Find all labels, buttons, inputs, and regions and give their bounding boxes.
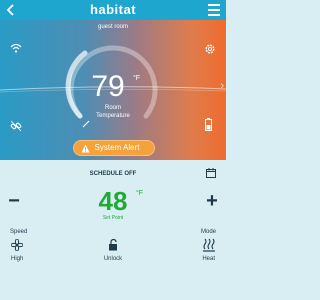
- room-temperature-panel: guest room 79 °F Room Temperature › Syst…: [0, 20, 226, 160]
- fan-icon[interactable]: [11, 239, 23, 251]
- heat-icon[interactable]: [203, 238, 215, 252]
- arrow-right-icon[interactable]: ›: [220, 80, 224, 92]
- lock-status: Unlock: [103, 256, 123, 262]
- battery-icon: [205, 118, 212, 131]
- gear-icon[interactable]: [204, 43, 216, 55]
- mode-label: Mode: [200, 229, 216, 235]
- decrease-setpoint-button[interactable]: −: [6, 191, 22, 211]
- room-temperature-value: 79: [91, 70, 125, 103]
- warning-icon: [81, 144, 90, 153]
- calendar-icon[interactable]: [206, 168, 216, 178]
- app-header: habitat: [0, 0, 226, 20]
- link-icon[interactable]: [10, 120, 22, 132]
- speed-label: Speed: [10, 229, 28, 235]
- room-temperature-label: Room Temperature: [96, 105, 130, 119]
- menu-button[interactable]: [208, 4, 220, 16]
- thermostat-app: habitat guest room 79 °F Room Temperatur…: [0, 0, 226, 300]
- room-name: guest room: [97, 24, 128, 30]
- system-alert-label: System Alert: [94, 143, 140, 152]
- setpoint-label: Set Point: [102, 215, 124, 221]
- brand-logo: habitat: [89, 2, 137, 17]
- wifi-icon[interactable]: [10, 43, 22, 53]
- setpoint-unit: °F: [136, 190, 144, 197]
- lock-icon[interactable]: [108, 239, 118, 251]
- mode-value: Heat: [202, 256, 215, 262]
- hamburger-menu-icon: [208, 4, 220, 6]
- pencil-icon[interactable]: [82, 120, 90, 128]
- setpoint-value: 48: [98, 186, 128, 216]
- room-temperature-unit: °F: [133, 75, 141, 82]
- system-alert-button[interactable]: System Alert: [73, 140, 155, 156]
- increase-setpoint-button[interactable]: +: [204, 191, 220, 211]
- schedule-status: SCHEDULE OFF: [89, 171, 137, 177]
